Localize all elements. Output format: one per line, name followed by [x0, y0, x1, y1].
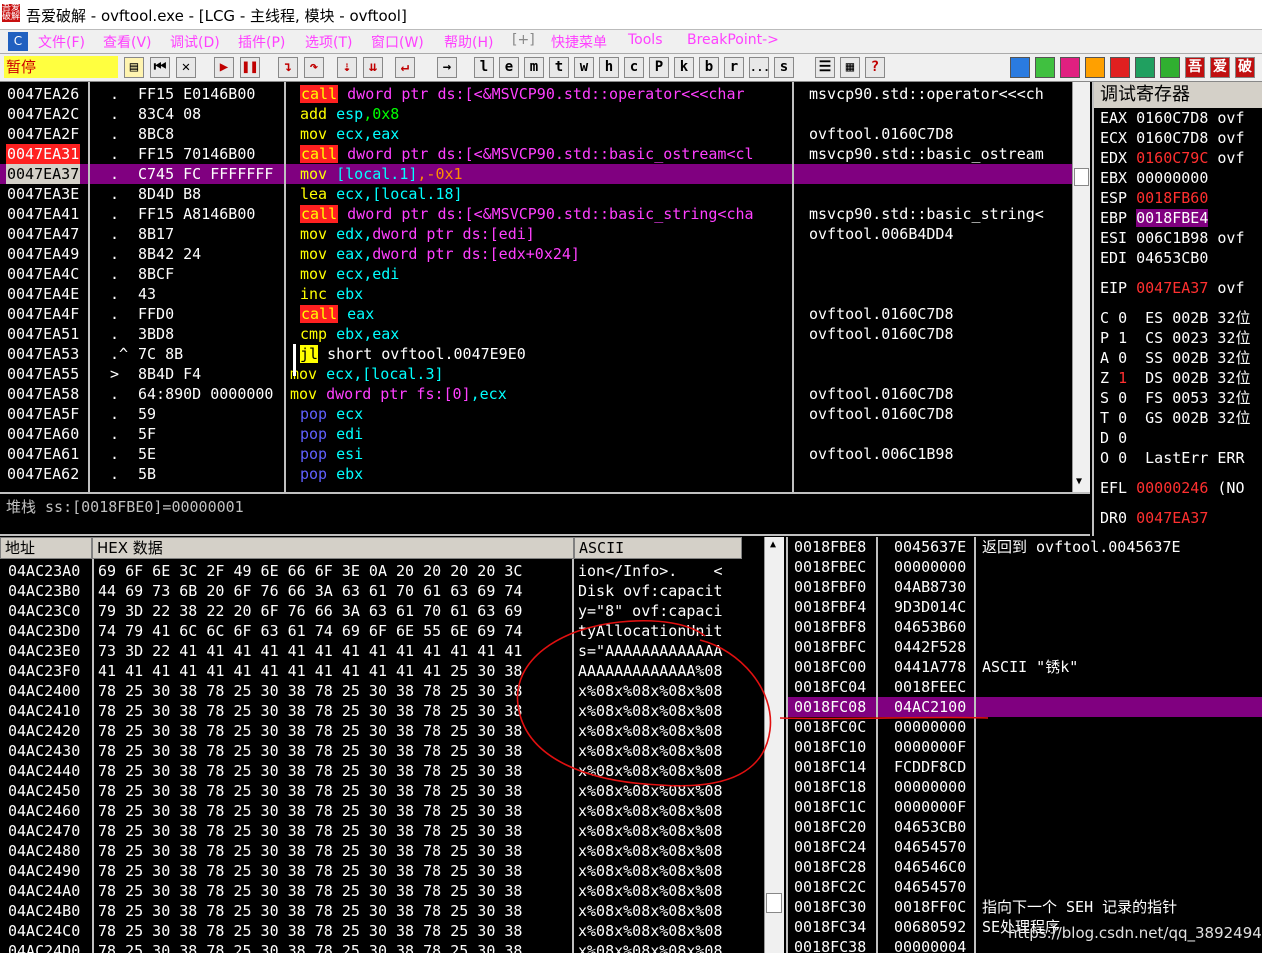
annotation-overlay — [516, 619, 989, 787]
watermark: https://blog.csdn.net/qq_38924942 — [1008, 924, 1262, 942]
annotation-underline — [779, 716, 989, 720]
annotation-circle — [516, 619, 772, 787]
